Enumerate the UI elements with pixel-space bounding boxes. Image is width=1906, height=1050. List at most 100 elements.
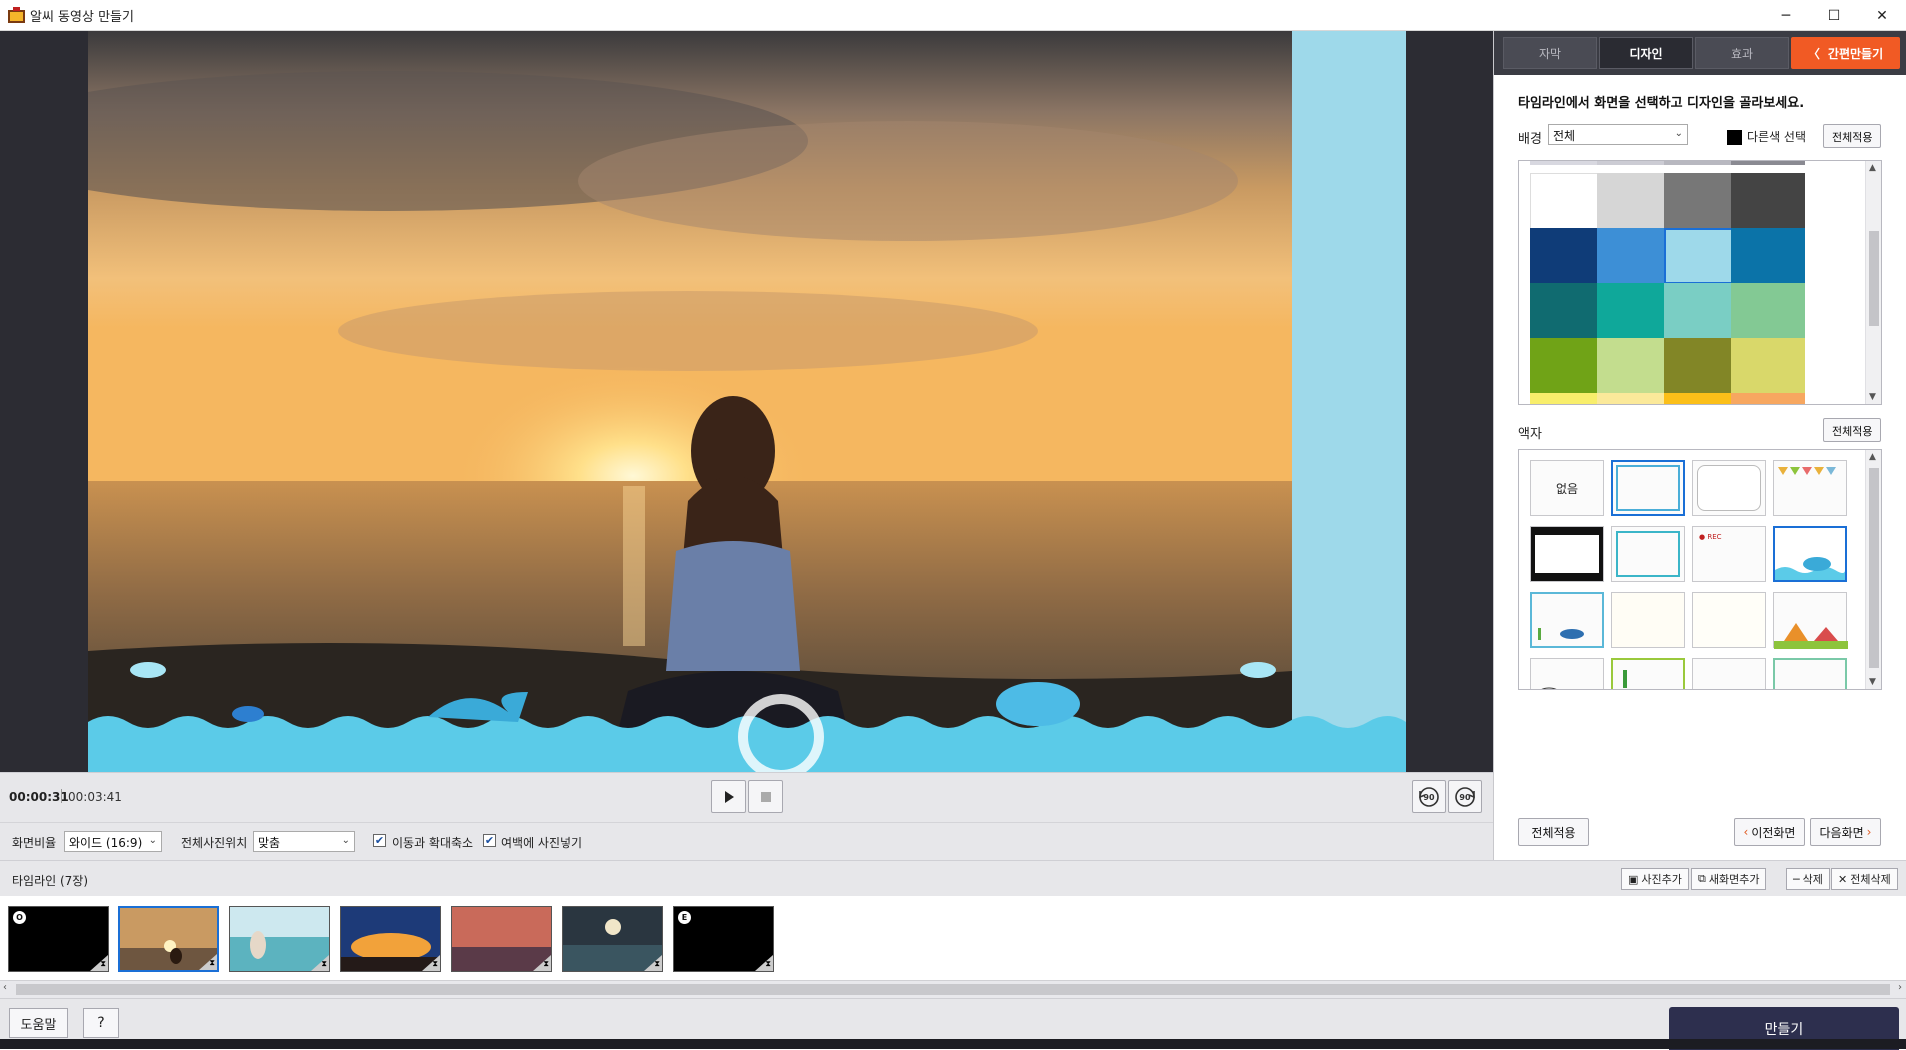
timeline-scrollbar[interactable]: ‹ › <box>0 980 1906 998</box>
question-button[interactable]: ? <box>83 1008 119 1038</box>
background-swatch[interactable] <box>1597 283 1671 339</box>
background-swatch[interactable] <box>1664 283 1738 339</box>
frame-scrollbar[interactable]: ▲ ▼ <box>1865 450 1881 689</box>
scroll-up-icon[interactable]: ▲ <box>1869 163 1876 173</box>
timeline-item-dramatic-sunset[interactable]: ⧗ <box>340 906 441 972</box>
delete-all-button[interactable]: ✕ 전체삭제 <box>1831 868 1898 890</box>
swatch-partial <box>1731 161 1805 165</box>
background-swatch[interactable] <box>1731 393 1805 404</box>
timeline-item-beach-yoga[interactable]: ⧗ <box>229 906 330 972</box>
aspect-ratio-select[interactable]: 와이드 (16:9) ⌄ <box>64 831 162 852</box>
other-color-label[interactable]: 다른색 선택 <box>1747 128 1806 145</box>
photo-position-value: 맞춤 <box>258 836 281 850</box>
timeline-item-red-sky[interactable]: ⧗ <box>451 906 552 972</box>
tab-effect[interactable]: 효과 <box>1695 37 1789 69</box>
scroll-down-icon[interactable]: ▼ <box>1869 392 1876 402</box>
frame-car[interactable] <box>1611 658 1685 689</box>
timeline-item-opening[interactable]: O ⧗ <box>8 906 109 972</box>
tab-strip: 자막 디자인 효과 〈 간편만들기 <box>1494 31 1906 75</box>
ending-badge: E <box>678 911 691 924</box>
background-swatch[interactable] <box>1731 283 1805 339</box>
chevron-down-icon: ⌄ <box>1674 128 1683 139</box>
background-swatch[interactable] <box>1530 228 1604 284</box>
background-swatch[interactable] <box>1597 393 1671 404</box>
maximize-button[interactable]: ☐ <box>1810 0 1858 31</box>
frame-notebook[interactable] <box>1692 592 1766 648</box>
timeline-item-sunset-meditation[interactable]: ⧗ <box>118 906 219 972</box>
background-swatch[interactable] <box>1530 338 1604 394</box>
frame-none[interactable]: 없음 <box>1530 460 1604 516</box>
tab-caption[interactable]: 자막 <box>1503 37 1597 69</box>
title-bar: 알씨 동영상 만들기 ─ ☐ ✕ <box>0 0 1906 31</box>
current-time: 00:00:31 <box>9 790 69 804</box>
background-swatch[interactable] <box>1530 173 1604 229</box>
video-preview[interactable] <box>88 31 1406 772</box>
rotate-right-icon: 90 <box>1455 786 1475 807</box>
background-swatch[interactable] <box>1530 393 1604 404</box>
background-swatch[interactable] <box>1664 228 1738 284</box>
rotate-right-button[interactable]: 90 <box>1448 780 1482 813</box>
photo-position-select[interactable]: 맞춤 ⌄ <box>253 831 355 852</box>
background-swatch[interactable] <box>1731 228 1805 284</box>
background-swatch[interactable] <box>1664 173 1738 229</box>
scroll-up-icon[interactable]: ▲ <box>1869 452 1876 462</box>
add-screen-button[interactable]: ⧉ 새화면추가 <box>1691 868 1767 890</box>
scroll-right-icon[interactable]: › <box>1898 982 1902 993</box>
frame-rec[interactable]: ● REC <box>1692 526 1766 582</box>
background-filter-select[interactable]: 전체 ⌄ <box>1548 124 1688 145</box>
background-swatch[interactable] <box>1664 338 1738 394</box>
prev-screen-button[interactable]: ‹ 이전화면 <box>1734 818 1805 846</box>
delete-button[interactable]: ─ 삭제 <box>1786 868 1830 890</box>
zoom-label: 이동과 확대축소 <box>392 836 474 850</box>
background-swatch[interactable] <box>1731 338 1805 394</box>
fill-margin-checkbox[interactable]: ✔ <box>483 834 496 847</box>
apply-all-button[interactable]: 전체적용 <box>1518 818 1589 846</box>
frame-village[interactable] <box>1692 658 1766 689</box>
frame-film[interactable] <box>1530 526 1604 582</box>
frame-label: 액자 <box>1518 427 1542 442</box>
background-swatch[interactable] <box>1597 173 1671 229</box>
timeline-item-ending[interactable]: E ⧗ <box>673 906 774 972</box>
swatch-partial <box>1597 161 1671 165</box>
frame-apply-all-button[interactable]: 전체적용 <box>1823 418 1882 442</box>
swatch-scrollbar[interactable]: ▲ ▼ <box>1865 161 1881 404</box>
timeline-item-moon-sea[interactable]: ⧗ <box>562 906 663 972</box>
frame-scroll-thumb[interactable] <box>1869 468 1879 668</box>
help-button[interactable]: 도움말 <box>9 1008 68 1038</box>
next-screen-button[interactable]: 다음화면 › <box>1810 818 1881 846</box>
transition-icon: ⧗ <box>100 959 106 968</box>
frame-rounded[interactable] <box>1692 460 1766 516</box>
play-button[interactable] <box>711 780 746 813</box>
frame-blue-border[interactable] <box>1611 460 1685 516</box>
time-divider <box>61 789 62 803</box>
frame-cow[interactable] <box>1530 658 1604 689</box>
zoom-checkbox[interactable]: ✔ <box>373 834 386 847</box>
close-button[interactable]: ✕ <box>1858 0 1906 31</box>
color-picker-swatch[interactable] <box>1727 130 1742 145</box>
frame-tent[interactable] <box>1773 592 1848 649</box>
add-photo-button[interactable]: ▣ 사진추가 <box>1621 868 1689 890</box>
background-swatch[interactable] <box>1597 228 1671 284</box>
frame-sea-animals[interactable] <box>1530 592 1604 648</box>
background-swatch[interactable] <box>1664 393 1738 404</box>
rotate-left-button[interactable]: 90 <box>1412 780 1446 813</box>
frame-whale[interactable] <box>1773 526 1847 582</box>
design-panel: 자막 디자인 효과 〈 간편만들기 타임라인에서 화면을 선택하고 디자인을 골… <box>1493 31 1906 860</box>
frame-bunting[interactable] <box>1773 460 1847 516</box>
stop-button[interactable] <box>748 780 783 813</box>
frame-garden[interactable] <box>1773 658 1847 689</box>
tab-design[interactable]: 디자인 <box>1599 37 1693 69</box>
swatch-scroll-thumb[interactable] <box>1869 231 1879 326</box>
timeline-scroll-thumb[interactable] <box>16 984 1890 995</box>
window-title: 알씨 동영상 만들기 <box>30 10 134 25</box>
frame-flowers-beige[interactable] <box>1611 592 1685 648</box>
scroll-left-icon[interactable]: ‹ <box>3 982 7 993</box>
minimize-button[interactable]: ─ <box>1762 0 1810 31</box>
scroll-down-icon[interactable]: ▼ <box>1869 677 1876 687</box>
background-swatch[interactable] <box>1530 283 1604 339</box>
simple-make-button[interactable]: 〈 간편만들기 <box>1791 37 1900 69</box>
background-swatch[interactable] <box>1597 338 1671 394</box>
background-apply-all-button[interactable]: 전체적용 <box>1823 124 1882 148</box>
background-swatch[interactable] <box>1731 173 1805 229</box>
frame-teal[interactable] <box>1611 526 1685 582</box>
